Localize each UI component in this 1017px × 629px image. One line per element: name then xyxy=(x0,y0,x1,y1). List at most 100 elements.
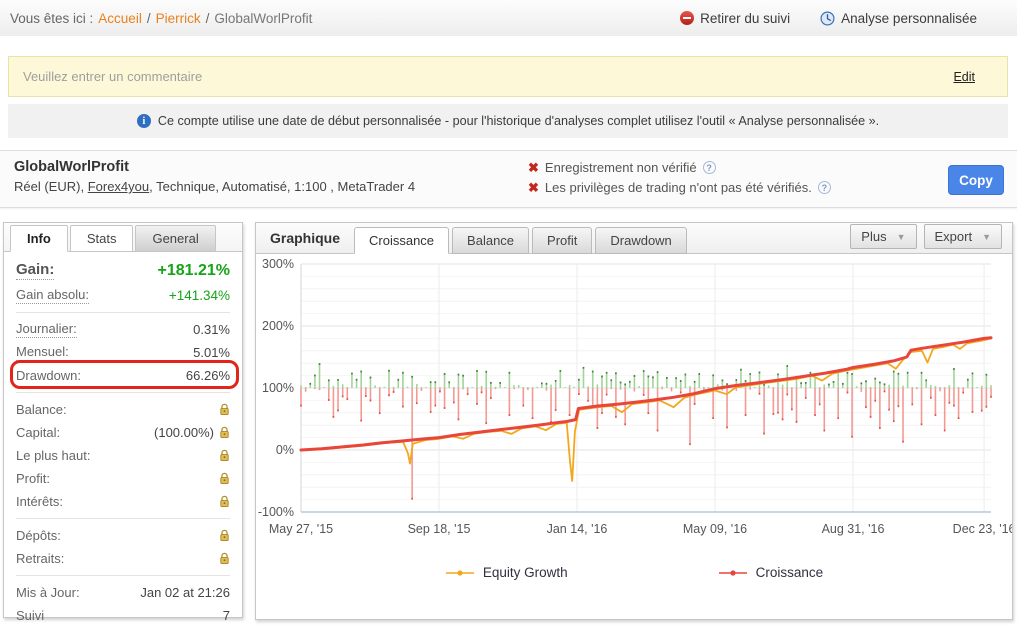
verification-warnings: ✖ Enregistrement non vérifié ? ✖ Les pri… xyxy=(528,160,831,200)
stat-row-profit: Profit: xyxy=(16,467,230,490)
lock-icon xyxy=(219,529,230,542)
stat-label-le-plus-haut: Le plus haut: xyxy=(16,448,90,463)
stat-label-suivi: Suivi xyxy=(16,608,44,623)
stat-label-gain-absolu: Gain absolu: xyxy=(16,287,89,304)
svg-text:Aug 31, '16: Aug 31, '16 xyxy=(822,522,885,536)
broker-link[interactable]: Forex4you xyxy=(88,179,149,194)
plus-dropdown[interactable]: Plus ▼ xyxy=(850,224,916,249)
custom-analysis-button[interactable]: Analyse personnalisée xyxy=(820,11,977,26)
svg-text:300%: 300% xyxy=(262,257,294,271)
stats-panel-tabs: Info Stats General xyxy=(4,223,242,252)
lock-icon xyxy=(219,472,230,485)
stat-label-interets: Intérêts: xyxy=(16,494,63,509)
notice-text: Ce compte utilise une date de début pers… xyxy=(158,114,879,128)
red-x-icon: ✖ xyxy=(528,181,539,194)
stat-label-capital: Capital: xyxy=(16,425,60,440)
edit-comment-link[interactable]: Edit xyxy=(953,70,975,84)
tab-general[interactable]: General xyxy=(135,225,215,251)
stat-value-drawdown: 66.26% xyxy=(186,368,230,383)
help-icon[interactable]: ? xyxy=(703,161,716,174)
stat-row-gain-absolu: Gain absolu: +141.34% xyxy=(16,284,230,307)
stat-row-retraits: Retraits: xyxy=(16,547,230,570)
breadcrumb-separator: / xyxy=(206,11,210,26)
stat-label-retraits: Retraits: xyxy=(16,551,64,566)
custom-analysis-label: Analyse personnalisée xyxy=(841,11,977,26)
red-x-icon: ✖ xyxy=(528,161,539,174)
stat-value-suivi: 7 xyxy=(223,608,230,623)
svg-text:100%: 100% xyxy=(262,381,294,395)
copy-button[interactable]: Copy xyxy=(948,165,1004,195)
account-name: GlobalWorlProfit xyxy=(14,159,415,175)
svg-text:0%: 0% xyxy=(276,443,294,457)
stat-value-mensuel: 5.01% xyxy=(193,345,230,360)
stat-row-depots: Dépôts: xyxy=(16,524,230,547)
breadcrumb-prefix: Vous êtes ici : xyxy=(10,11,93,26)
tab-stats[interactable]: Stats xyxy=(70,225,134,252)
stat-label-drawdown: Drawdown: xyxy=(16,368,81,383)
stat-row-capital: Capital: (100.00%) xyxy=(16,421,230,444)
legend-item-croissance[interactable]: Croissance xyxy=(718,565,824,580)
chevron-down-icon: ▼ xyxy=(982,232,991,242)
help-icon[interactable]: ? xyxy=(818,181,831,194)
tab-balance[interactable]: Balance xyxy=(452,227,529,254)
legend-label: Equity Growth xyxy=(483,565,568,580)
stat-label-gain: Gain: xyxy=(16,261,54,280)
remove-from-watch-label: Retirer du suivi xyxy=(700,11,790,26)
warning-text: Les privilèges de trading n'ont pas été … xyxy=(545,180,812,195)
breadcrumb-link-pierrick[interactable]: Pierrick xyxy=(156,11,201,26)
stat-row-interets: Intérêts: xyxy=(16,490,230,513)
legend-label: Croissance xyxy=(756,565,824,580)
stat-row-le-plus-haut: Le plus haut: xyxy=(16,444,230,467)
tab-profit[interactable]: Profit xyxy=(532,227,592,254)
chart-legend: Equity Growth Croissance xyxy=(256,565,1012,580)
stat-row-mis-a-jour: Mis à Jour: Jan 02 at 21:26 xyxy=(16,581,230,604)
export-dropdown-label: Export xyxy=(935,229,973,244)
svg-text:Jan 14, '16: Jan 14, '16 xyxy=(547,522,608,536)
chevron-down-icon: ▼ xyxy=(897,232,906,242)
divider xyxy=(16,312,230,313)
legend-marker-croissance xyxy=(718,568,748,578)
breadcrumb-link-accueil[interactable]: Accueil xyxy=(98,11,142,26)
svg-text:Sep 18, '15: Sep 18, '15 xyxy=(408,522,471,536)
lock-icon xyxy=(219,403,230,416)
export-dropdown[interactable]: Export ▼ xyxy=(924,224,1003,249)
svg-text:Dec 23, '16: Dec 23, '16 xyxy=(953,522,1012,536)
stat-label-profit: Profit: xyxy=(16,471,50,486)
account-details-pre: Réel (EUR), xyxy=(14,179,84,194)
lock-icon xyxy=(219,449,230,462)
divider xyxy=(16,575,230,576)
svg-text:May 09, '16: May 09, '16 xyxy=(683,522,747,536)
stat-value-journalier: 0.31% xyxy=(193,322,230,337)
lock-icon xyxy=(219,552,230,565)
growth-chart[interactable]: 300%200%100%0%-100%May 27, '15Sep 18, '1… xyxy=(256,254,1012,554)
stat-value-gain: +181.21% xyxy=(157,262,230,280)
svg-text:200%: 200% xyxy=(262,319,294,333)
account-details: Réel (EUR), Forex4you, Technique, Automa… xyxy=(14,179,415,194)
stat-row-journalier: Journalier: 0.31% xyxy=(16,318,230,341)
info-icon: i xyxy=(137,114,151,128)
tab-info[interactable]: Info xyxy=(10,225,68,252)
stat-value-capital: (100.00%) xyxy=(154,425,214,440)
stat-label-depots: Dépôts: xyxy=(16,528,61,543)
stat-row-balance: Balance: xyxy=(16,398,230,421)
breadcrumb-separator: / xyxy=(147,11,151,26)
comment-input[interactable]: Veuillez entrer un commentaire Edit xyxy=(8,56,1008,97)
tab-drawdown[interactable]: Drawdown xyxy=(595,227,686,254)
chart-title: Graphique xyxy=(270,230,340,246)
warning-row: ✖ Les privilèges de trading n'ont pas ét… xyxy=(528,180,831,195)
legend-item-equity-growth[interactable]: Equity Growth xyxy=(445,565,568,580)
stat-row-drawdown: Drawdown: 66.26% xyxy=(16,364,230,387)
lock-icon xyxy=(219,495,230,508)
comment-placeholder: Veuillez entrer un commentaire xyxy=(23,69,202,84)
stat-row-mensuel: Mensuel: 5.01% xyxy=(16,341,230,364)
remove-from-watch-button[interactable]: Retirer du suivi xyxy=(680,11,790,26)
chart-header: Graphique Croissance Balance Profit Draw… xyxy=(256,223,1012,254)
tab-croissance[interactable]: Croissance xyxy=(354,227,449,254)
stat-label-balance: Balance: xyxy=(16,402,67,417)
legend-marker-equity xyxy=(445,568,475,578)
stats-panel: Info Stats General Gain: +181.21% Gain a… xyxy=(3,222,243,618)
custom-start-date-notice: i Ce compte utilise une date de début pe… xyxy=(8,104,1008,138)
divider xyxy=(16,518,230,519)
breadcrumb: Vous êtes ici : Accueil / Pierrick / Glo… xyxy=(10,11,312,26)
divider xyxy=(16,392,230,393)
